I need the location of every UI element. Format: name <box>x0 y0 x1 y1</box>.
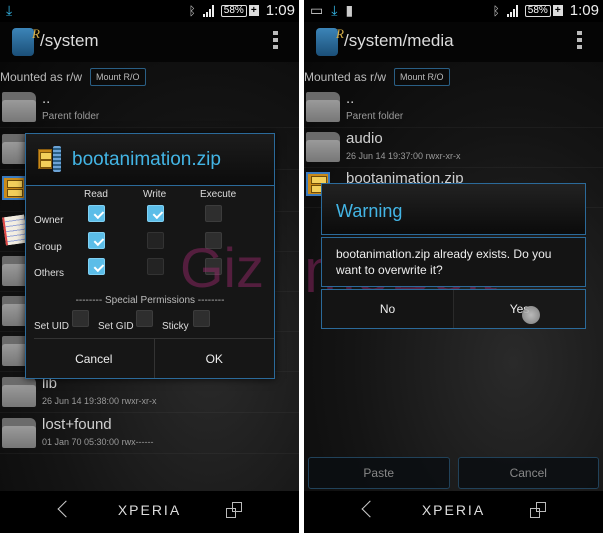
set-gid-checkbox[interactable] <box>136 310 153 327</box>
zip-icon <box>2 176 26 200</box>
charging-icon: + <box>552 5 563 16</box>
cancel-paste-button[interactable]: Cancel <box>457 457 599 489</box>
image-icon: ▭ <box>310 2 324 18</box>
signal-icon <box>202 4 214 17</box>
column-header-execute: Execute <box>200 189 237 200</box>
list-item[interactable]: audio 26 Jun 14 19:37:00 rwxr-xr-x <box>304 128 603 168</box>
file-name: .. <box>42 90 51 107</box>
column-header-read: Read <box>84 189 108 200</box>
row-label-others: Others <box>34 268 65 279</box>
row-label-owner: Owner <box>34 215 64 226</box>
dialog-title: bootanimation.zip <box>72 149 221 170</box>
action-bar: /system/media <box>304 22 603 62</box>
right-phone-screen: ▭ ⤓ ▮ ᛒ 58% + 1:09 /system/media Mounted… <box>304 0 603 533</box>
others-read-checkbox[interactable] <box>88 258 105 275</box>
battery-level: 58% <box>524 4 551 17</box>
yes-button[interactable]: Yes <box>453 290 585 328</box>
list-item[interactable]: .. Parent folder <box>0 88 299 128</box>
file-meta: 01 Jan 70 05:30:00 rwx------ <box>42 437 154 447</box>
folder-icon <box>306 132 340 162</box>
left-phone-screen: ⤓ ᛒ 58% + 1:09 /system Mounted as r/w Mo… <box>0 0 299 533</box>
root-explorer-app-icon[interactable] <box>12 26 40 56</box>
file-meta: 26 Jun 14 19:38:00 rwxr-xr-x <box>42 396 157 406</box>
special-permissions-header: -------- Special Permissions -------- <box>75 295 225 306</box>
list-item[interactable]: .. Parent folder <box>304 88 603 128</box>
battery-icon: 58% + <box>220 4 259 17</box>
file-meta: Parent folder <box>42 111 100 122</box>
permissions-dialog: bootanimation.zip Read Write Execute Own… <box>25 133 275 379</box>
bluetooth-icon: ᛒ <box>188 3 196 18</box>
battery-icon: 58% + <box>524 4 563 17</box>
root-explorer-app-icon[interactable] <box>316 26 344 56</box>
group-read-checkbox[interactable] <box>88 232 105 249</box>
signal-icon <box>506 4 518 17</box>
clock: 1:09 <box>265 2 295 19</box>
bluetooth-icon: ᛒ <box>492 3 500 18</box>
recent-apps-icon[interactable] <box>226 502 242 518</box>
usb-debug-icon: ▮ <box>345 2 354 18</box>
xperia-logo: XPERIA <box>421 502 486 518</box>
status-bar: ▭ ⤓ ▮ ᛒ 58% + 1:09 <box>304 0 603 22</box>
charging-icon: + <box>248 5 259 16</box>
current-path: /system <box>40 31 99 50</box>
mount-ro-button[interactable]: Mount R/O <box>394 68 450 86</box>
download-icon: ⤓ <box>331 2 338 18</box>
list-item[interactable]: lost+found 01 Jan 70 05:30:00 rwx------ <box>0 414 299 454</box>
clock: 1:09 <box>569 2 599 19</box>
action-bar: /system <box>0 22 299 62</box>
group-write-checkbox[interactable] <box>147 232 164 249</box>
status-bar: ⤓ ᛒ 58% + 1:09 <box>0 0 299 22</box>
column-header-write: Write <box>143 189 167 200</box>
battery-level: 58% <box>220 4 247 17</box>
xperia-logo: XPERIA <box>117 502 182 518</box>
navigation-bar: XPERIA <box>304 491 603 533</box>
touch-indicator <box>522 306 540 324</box>
dialog-title: Warning <box>336 201 403 221</box>
group-execute-checkbox[interactable] <box>205 232 222 249</box>
file-name: .. <box>346 90 355 107</box>
overflow-menu-icon[interactable] <box>577 31 583 49</box>
zip-archive-icon <box>38 146 64 172</box>
mount-status: Mounted as r/w <box>304 70 387 84</box>
mount-status: Mounted as r/w <box>0 70 83 84</box>
owner-execute-checkbox[interactable] <box>205 205 222 222</box>
overflow-menu-icon[interactable] <box>273 31 279 49</box>
cancel-button[interactable]: Cancel <box>34 339 154 378</box>
ok-button[interactable]: OK <box>153 339 275 378</box>
current-path: /system/media <box>344 31 454 50</box>
file-name: audio <box>346 130 383 147</box>
mount-ro-button[interactable]: Mount R/O <box>90 68 146 86</box>
paste-button[interactable]: Paste <box>308 457 450 489</box>
folder-icon <box>2 92 36 122</box>
recent-apps-icon[interactable] <box>530 502 546 518</box>
download-icon: ⤓ <box>6 2 13 18</box>
folder-icon <box>306 92 340 122</box>
navigation-bar: XPERIA <box>0 491 299 533</box>
folder-icon <box>2 377 36 407</box>
set-uid-checkbox[interactable] <box>72 310 89 327</box>
sticky-label: Sticky <box>162 321 189 332</box>
others-execute-checkbox[interactable] <box>205 258 222 275</box>
text-file-icon <box>2 214 28 246</box>
folder-icon <box>2 418 36 448</box>
row-label-group: Group <box>34 242 62 253</box>
list-item[interactable]: lib 26 Jun 14 19:38:00 rwxr-xr-x <box>0 373 299 413</box>
file-meta: Parent folder <box>346 111 404 122</box>
set-uid-label: Set UID <box>34 321 70 332</box>
owner-read-checkbox[interactable] <box>88 205 105 222</box>
sticky-checkbox[interactable] <box>193 310 210 327</box>
no-button[interactable]: No <box>322 290 453 328</box>
warning-dialog: Warning bootanimation.zip already exists… <box>321 183 586 331</box>
dialog-message: bootanimation.zip already exists. Do you… <box>321 237 586 287</box>
file-meta: 26 Jun 14 19:37:00 rwxr-xr-x <box>346 151 461 161</box>
owner-write-checkbox[interactable] <box>147 205 164 222</box>
set-gid-label: Set GID <box>98 321 134 332</box>
file-name: lost+found <box>42 416 112 433</box>
others-write-checkbox[interactable] <box>147 258 164 275</box>
